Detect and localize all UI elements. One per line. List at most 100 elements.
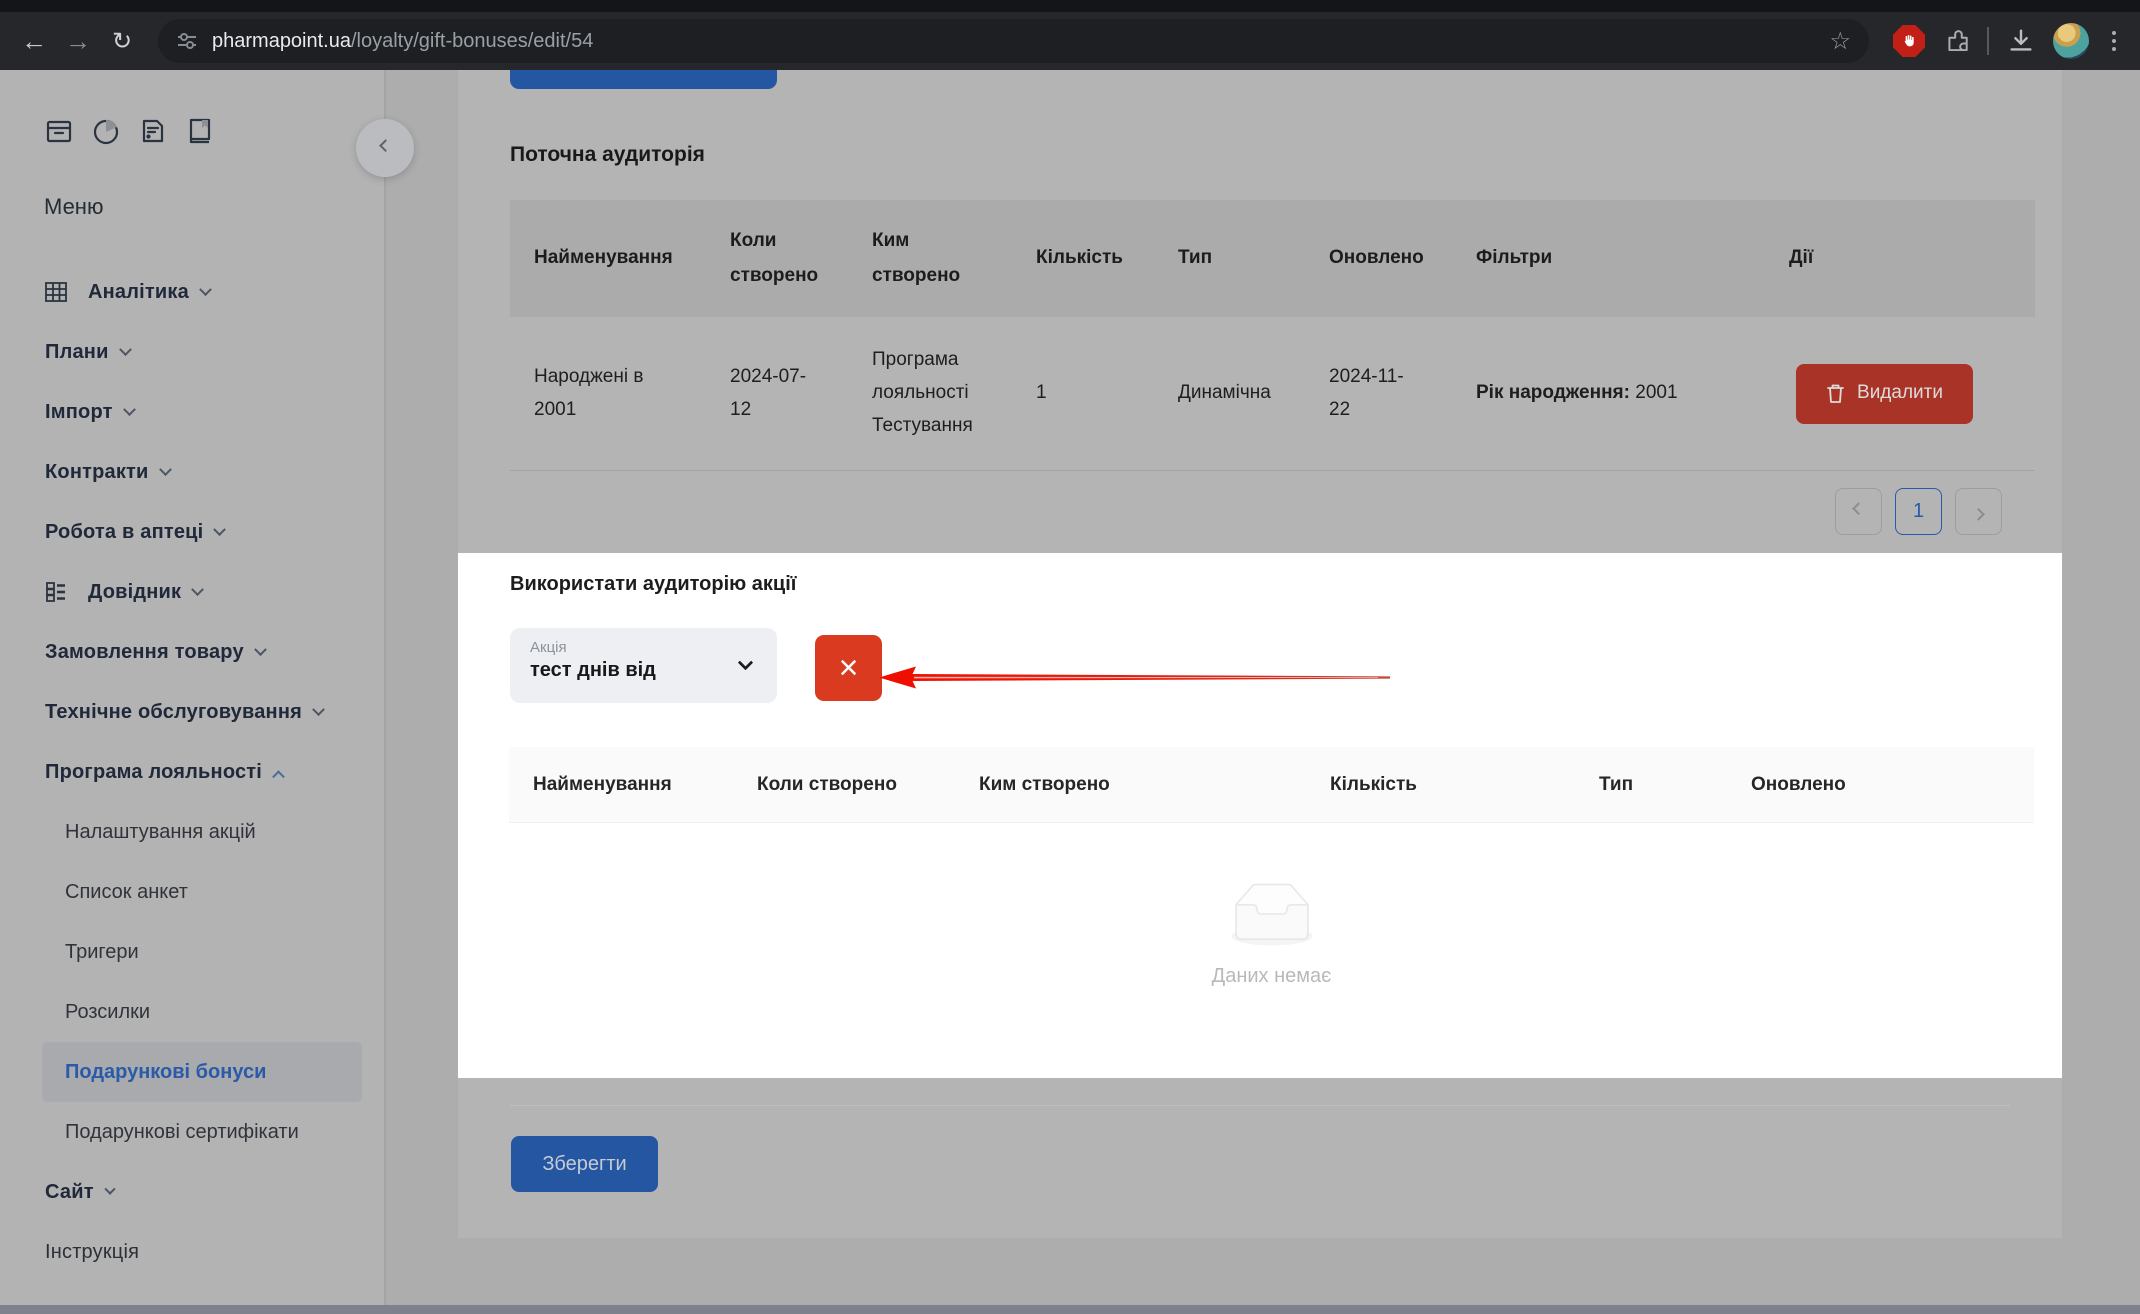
chevron-down-icon [191,583,204,596]
sidebar-item-goods-order[interactable]: Замовлення товару [0,622,384,682]
toolbar-actions [1883,23,2128,59]
sidebar-item-plans[interactable]: Плани [0,322,384,382]
chevron-down-icon [214,523,227,536]
chevron-down-icon [254,643,267,656]
chevron-left-icon [1852,502,1865,515]
chevron-down-icon [104,1184,115,1195]
url-host: pharmapoint.ua [212,30,351,52]
promo-select[interactable]: Акція тест днів від [510,628,777,703]
pagination: 1 [1835,488,2002,535]
reload-icon[interactable]: ↻ [100,19,144,63]
chevron-up-icon [272,770,285,783]
app-shell: Меню Аналітика Плани Імпорт Контракти Ро… [0,70,2140,1305]
cell-actions: Видалити [1789,331,2011,456]
chevron-down-icon [123,403,136,416]
chevron-left-icon [379,139,392,152]
chevron-down-icon [312,703,325,716]
pagination-prev-button[interactable] [1835,488,1882,535]
sidebar-subitem-questionnaires[interactable]: Список анкет [42,862,362,922]
table-grid-icon [43,279,70,305]
col-count: Кількість [1330,774,1599,796]
cell-type: Динамічна [1178,377,1329,410]
sidebar-item-loyalty-program[interactable]: Програма лояльності [0,742,384,802]
sidebar-subitem-mailings[interactable]: Розсилки [42,982,362,1042]
extensions-puzzle-icon[interactable] [1942,27,1970,55]
cell-filters: Рік народження: 2001 [1476,377,1789,410]
current-audience-table-header: Найменування Коли створено Ким створено … [510,200,2035,317]
col-updated: Оновлено [1329,241,1476,275]
col-type: Тип [1599,774,1751,796]
site-settings-icon[interactable] [176,30,198,52]
use-audience-panel: Використати аудиторію акції Акція тест д… [458,553,2062,1078]
sidebar-item-contracts[interactable]: Контракти [0,442,384,502]
url-path: /loyalty/gift-bonuses/edit/54 [351,30,593,52]
col-created-at: Коли створено [757,774,979,796]
delete-button[interactable]: Видалити [1796,364,1973,424]
main-content: Поточна аудиторія Найменування Коли ство… [386,70,2140,1305]
clear-selection-button[interactable]: × [815,635,882,701]
update-audience-button-clipped[interactable] [510,70,777,89]
sidebar-subitem-gift-bonuses[interactable]: Подарункові бонуси [42,1042,362,1102]
empty-state: Даних немає [509,883,2034,988]
downloads-icon[interactable] [2006,26,2036,56]
chevron-down-icon [119,343,132,356]
book-icon[interactable] [185,116,215,146]
pie-chart-icon[interactable] [91,116,121,146]
promo-select-value: тест днів від [530,659,757,682]
footer-divider [510,1105,2010,1106]
sidebar-subitem-promo-settings[interactable]: Налаштування акцій [42,802,362,862]
document-icon[interactable] [138,116,168,146]
sidebar: Меню Аналітика Плани Імпорт Контракти Ро… [0,70,386,1305]
use-audience-table-header: Найменування Коли створено Ким створено … [509,747,2034,823]
col-type: Тип [1178,241,1329,275]
col-created-by: Ким створено [872,224,1036,292]
sidebar-item-maintenance[interactable]: Технічне обслуговування [0,682,384,742]
browser-chrome: ← → ↻ pharmapoint.ua/loyalty/gift-bonuse… [0,0,2140,70]
sidebar-item-import[interactable]: Імпорт [0,382,384,442]
sidebar-menu-title: Меню [44,194,384,220]
sidebar-item-pharmacy-work[interactable]: Робота в аптеці [0,502,384,562]
pagination-next-button[interactable] [1955,488,2002,535]
col-created-at: Коли створено [730,224,872,292]
bookmark-star-icon[interactable]: ☆ [1829,27,1851,56]
adblock-extension-icon[interactable] [1893,25,1925,57]
archive-box-icon[interactable] [44,116,74,146]
current-audience-title: Поточна аудиторія [510,143,705,167]
col-count: Кількість [1036,241,1178,275]
sidebar-menu: Аналітика Плани Імпорт Контракти Робота … [0,262,384,1282]
tab-strip [0,0,2140,12]
col-created-by: Ким створено [979,774,1330,796]
cell-name: Народжені в 2001 [534,361,730,426]
cell-created-by: Програма лояльності Тестування [872,344,1036,442]
col-name: Найменування [534,241,730,275]
toolbar-separator [1987,27,1989,55]
sidebar-item-directory[interactable]: Довідник [0,562,384,622]
url-text: pharmapoint.ua/loyalty/gift-bonuses/edit… [212,30,1817,53]
chevron-right-icon [1972,508,1985,521]
sidebar-subitem-gift-certificates[interactable]: Подарункові сертифікати [42,1102,362,1162]
cell-created-at: 2024-07- 12 [730,361,872,426]
forward-icon[interactable]: → [56,19,100,63]
use-audience-title: Використати аудиторію акції [510,573,796,596]
pagination-page-1[interactable]: 1 [1895,488,1942,535]
empty-inbox-icon [1222,883,1322,947]
address-bar[interactable]: pharmapoint.ua/loyalty/gift-bonuses/edit… [158,19,1869,63]
sidebar-subitem-triggers[interactable]: Тригери [42,922,362,982]
sidebar-item-instruction[interactable]: Інструкція [0,1222,384,1282]
cell-updated: 2024-11- 22 [1329,361,1476,426]
browser-toolbar: ← → ↻ pharmapoint.ua/loyalty/gift-bonuse… [0,12,2140,70]
save-button[interactable]: Зберегти [511,1136,658,1192]
col-updated: Оновлено [1751,774,2010,796]
back-icon[interactable]: ← [12,19,56,63]
table-row: Народжені в 2001 2024-07- 12 Програма ло… [510,317,2035,471]
browser-menu-icon[interactable] [2106,31,2122,51]
chevron-down-icon [159,463,172,476]
sidebar-item-site[interactable]: Сайт [0,1162,384,1222]
chevron-down-icon [199,283,212,296]
horizontal-scrollbar[interactable] [0,1305,2140,1314]
sidebar-collapse-button[interactable] [356,119,414,177]
profile-avatar[interactable] [2053,23,2089,59]
sidebar-quick-icons [44,116,384,146]
cell-count: 1 [1036,377,1178,410]
sidebar-item-analytics[interactable]: Аналітика [0,262,384,322]
